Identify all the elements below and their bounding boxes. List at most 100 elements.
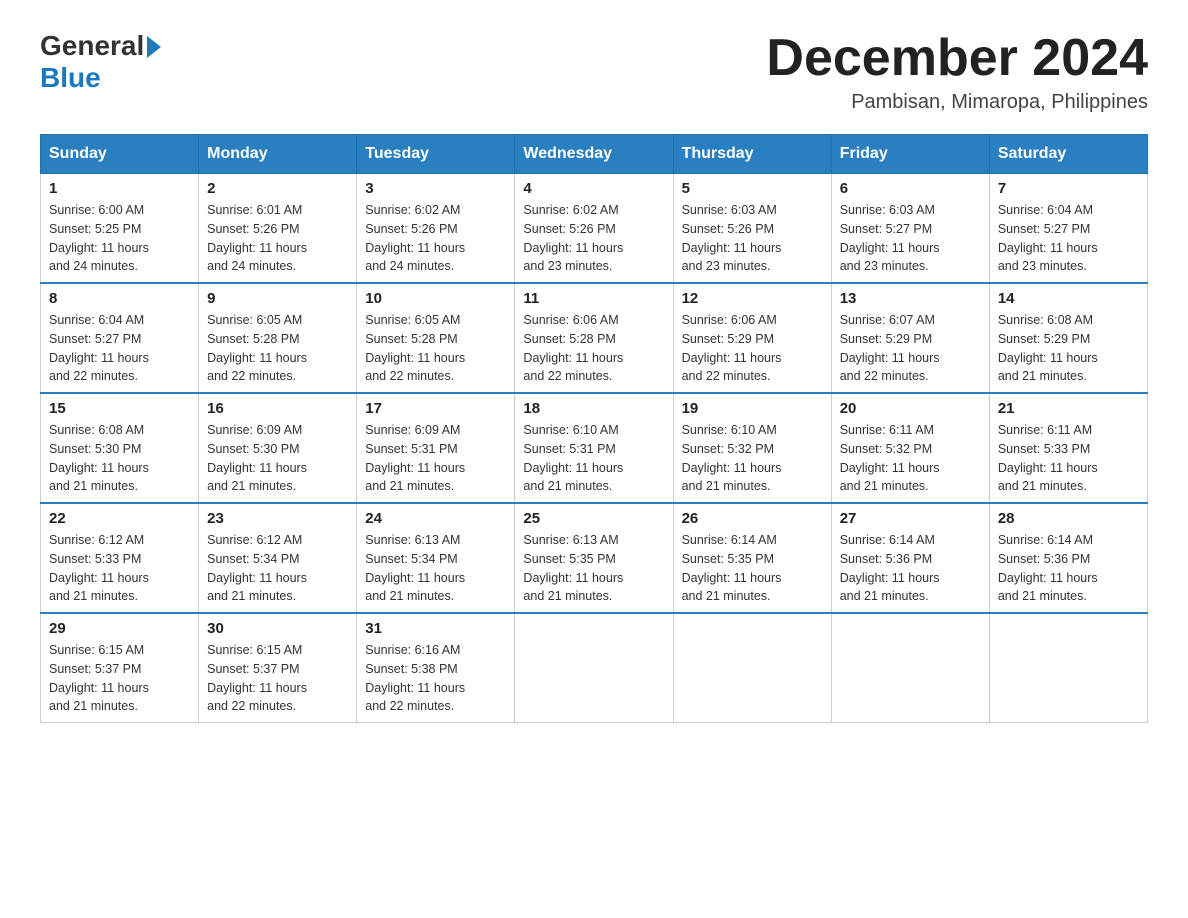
- day-info: Sunrise: 6:14 AMSunset: 5:35 PMDaylight:…: [682, 531, 823, 606]
- day-cell: 2 Sunrise: 6:01 AMSunset: 5:26 PMDaylight…: [199, 174, 357, 284]
- logo-blue: Blue: [40, 62, 101, 93]
- day-info: Sunrise: 6:15 AMSunset: 5:37 PMDaylight:…: [49, 641, 190, 716]
- title-section: December 2024 Pambisan, Mimaropa, Philip…: [766, 30, 1148, 114]
- day-cell: 25Sunrise: 6:13 AMSunset: 5:35 PMDayligh…: [515, 503, 673, 613]
- col-header-friday: Friday: [831, 135, 989, 174]
- day-number: 6: [840, 180, 981, 197]
- day-info: Sunrise: 6:10 AMSunset: 5:31 PMDaylight:…: [523, 421, 664, 496]
- day-number: 20: [840, 400, 981, 417]
- day-number: 2: [207, 180, 348, 197]
- col-header-wednesday: Wednesday: [515, 135, 673, 174]
- day-info: Sunrise: 6:12 AMSunset: 5:34 PMDaylight:…: [207, 531, 348, 606]
- day-cell: [515, 613, 673, 723]
- day-cell: 4 Sunrise: 6:02 AMSunset: 5:26 PMDaylight…: [515, 174, 673, 284]
- day-info: Sunrise: 6:06 AMSunset: 5:29 PMDaylight:…: [682, 311, 823, 386]
- day-info: Sunrise: 6:10 AMSunset: 5:32 PMDaylight:…: [682, 421, 823, 496]
- col-header-monday: Monday: [199, 135, 357, 174]
- day-info: Sunrise: 6:12 AMSunset: 5:33 PMDaylight:…: [49, 531, 190, 606]
- day-info: Sunrise: 6:16 AMSunset: 5:38 PMDaylight:…: [365, 641, 506, 716]
- col-header-sunday: Sunday: [41, 135, 199, 174]
- day-cell: 30 Sunrise: 6:15 AMSunset: 5:37 PMDayligh…: [199, 613, 357, 723]
- day-info: Sunrise: 6:04 AMSunset: 5:27 PMDaylight:…: [998, 201, 1139, 276]
- page-header: General Blue December 2024 Pambisan, Mim…: [40, 30, 1148, 114]
- col-header-thursday: Thursday: [673, 135, 831, 174]
- day-info: Sunrise: 6:14 AMSunset: 5:36 PMDaylight:…: [840, 531, 981, 606]
- day-number: 28: [998, 510, 1139, 527]
- day-number: 26: [682, 510, 823, 527]
- day-number: 23: [207, 510, 348, 527]
- day-cell: 21Sunrise: 6:11 AMSunset: 5:33 PMDayligh…: [989, 393, 1147, 503]
- week-row-4: 22 Sunrise: 6:12 AMSunset: 5:33 PMDayligh…: [41, 503, 1148, 613]
- day-cell: 6Sunrise: 6:03 AMSunset: 5:27 PMDaylight…: [831, 174, 989, 284]
- day-info: Sunrise: 6:00 AMSunset: 5:25 PMDaylight:…: [49, 201, 190, 276]
- day-number: 1: [49, 180, 190, 197]
- month-title: December 2024: [766, 30, 1148, 87]
- day-cell: 16Sunrise: 6:09 AMSunset: 5:30 PMDayligh…: [199, 393, 357, 503]
- day-info: Sunrise: 6:05 AMSunset: 5:28 PMDaylight:…: [207, 311, 348, 386]
- day-cell: 9Sunrise: 6:05 AMSunset: 5:28 PMDaylight…: [199, 283, 357, 393]
- day-cell: 20 Sunrise: 6:11 AMSunset: 5:32 PMDayligh…: [831, 393, 989, 503]
- day-number: 22: [49, 510, 190, 527]
- day-number: 25: [523, 510, 664, 527]
- day-cell: 3 Sunrise: 6:02 AMSunset: 5:26 PMDaylight…: [357, 174, 515, 284]
- day-cell: 13 Sunrise: 6:07 AMSunset: 5:29 PMDayligh…: [831, 283, 989, 393]
- col-header-saturday: Saturday: [989, 135, 1147, 174]
- day-cell: 23 Sunrise: 6:12 AMSunset: 5:34 PMDayligh…: [199, 503, 357, 613]
- day-info: Sunrise: 6:15 AMSunset: 5:37 PMDaylight:…: [207, 641, 348, 716]
- day-number: 17: [365, 400, 506, 417]
- day-cell: 28 Sunrise: 6:14 AMSunset: 5:36 PMDayligh…: [989, 503, 1147, 613]
- day-info: Sunrise: 6:08 AMSunset: 5:29 PMDaylight:…: [998, 311, 1139, 386]
- day-cell: 31 Sunrise: 6:16 AMSunset: 5:38 PMDayligh…: [357, 613, 515, 723]
- day-info: Sunrise: 6:01 AMSunset: 5:26 PMDaylight:…: [207, 201, 348, 276]
- day-number: 12: [682, 290, 823, 307]
- day-number: 24: [365, 510, 506, 527]
- logo: General Blue: [40, 30, 161, 94]
- day-cell: 15 Sunrise: 6:08 AMSunset: 5:30 PMDayligh…: [41, 393, 199, 503]
- day-info: Sunrise: 6:13 AMSunset: 5:34 PMDaylight:…: [365, 531, 506, 606]
- day-cell: [673, 613, 831, 723]
- day-info: Sunrise: 6:02 AMSunset: 5:26 PMDaylight:…: [523, 201, 664, 276]
- day-cell: 8Sunrise: 6:04 AMSunset: 5:27 PMDaylight…: [41, 283, 199, 393]
- day-cell: 27 Sunrise: 6:14 AMSunset: 5:36 PMDayligh…: [831, 503, 989, 613]
- day-info: Sunrise: 6:03 AMSunset: 5:26 PMDaylight:…: [682, 201, 823, 276]
- day-cell: 17Sunrise: 6:09 AMSunset: 5:31 PMDayligh…: [357, 393, 515, 503]
- day-number: 27: [840, 510, 981, 527]
- day-number: 10: [365, 290, 506, 307]
- col-header-tuesday: Tuesday: [357, 135, 515, 174]
- day-cell: [989, 613, 1147, 723]
- day-info: Sunrise: 6:08 AMSunset: 5:30 PMDaylight:…: [49, 421, 190, 496]
- week-row-5: 29 Sunrise: 6:15 AMSunset: 5:37 PMDayligh…: [41, 613, 1148, 723]
- day-cell: 1 Sunrise: 6:00 AMSunset: 5:25 PMDaylight…: [41, 174, 199, 284]
- day-number: 14: [998, 290, 1139, 307]
- day-number: 31: [365, 620, 506, 637]
- day-number: 21: [998, 400, 1139, 417]
- calendar-table: SundayMondayTuesdayWednesdayThursdayFrid…: [40, 134, 1148, 723]
- day-number: 5: [682, 180, 823, 197]
- day-number: 15: [49, 400, 190, 417]
- day-info: Sunrise: 6:14 AMSunset: 5:36 PMDaylight:…: [998, 531, 1139, 606]
- day-info: Sunrise: 6:05 AMSunset: 5:28 PMDaylight:…: [365, 311, 506, 386]
- day-info: Sunrise: 6:04 AMSunset: 5:27 PMDaylight:…: [49, 311, 190, 386]
- location: Pambisan, Mimaropa, Philippines: [766, 91, 1148, 114]
- day-cell: 22 Sunrise: 6:12 AMSunset: 5:33 PMDayligh…: [41, 503, 199, 613]
- week-row-2: 8Sunrise: 6:04 AMSunset: 5:27 PMDaylight…: [41, 283, 1148, 393]
- day-cell: 10 Sunrise: 6:05 AMSunset: 5:28 PMDayligh…: [357, 283, 515, 393]
- day-cell: [831, 613, 989, 723]
- day-number: 30: [207, 620, 348, 637]
- day-info: Sunrise: 6:11 AMSunset: 5:32 PMDaylight:…: [840, 421, 981, 496]
- day-number: 11: [523, 290, 664, 307]
- day-info: Sunrise: 6:07 AMSunset: 5:29 PMDaylight:…: [840, 311, 981, 386]
- day-number: 4: [523, 180, 664, 197]
- week-row-3: 15 Sunrise: 6:08 AMSunset: 5:30 PMDayligh…: [41, 393, 1148, 503]
- day-info: Sunrise: 6:09 AMSunset: 5:30 PMDaylight:…: [207, 421, 348, 496]
- day-cell: 11Sunrise: 6:06 AMSunset: 5:28 PMDayligh…: [515, 283, 673, 393]
- day-cell: 29 Sunrise: 6:15 AMSunset: 5:37 PMDayligh…: [41, 613, 199, 723]
- day-number: 18: [523, 400, 664, 417]
- day-number: 29: [49, 620, 190, 637]
- day-number: 13: [840, 290, 981, 307]
- day-cell: 7Sunrise: 6:04 AMSunset: 5:27 PMDaylight…: [989, 174, 1147, 284]
- day-number: 3: [365, 180, 506, 197]
- day-cell: 26 Sunrise: 6:14 AMSunset: 5:35 PMDayligh…: [673, 503, 831, 613]
- day-cell: 19Sunrise: 6:10 AMSunset: 5:32 PMDayligh…: [673, 393, 831, 503]
- day-info: Sunrise: 6:02 AMSunset: 5:26 PMDaylight:…: [365, 201, 506, 276]
